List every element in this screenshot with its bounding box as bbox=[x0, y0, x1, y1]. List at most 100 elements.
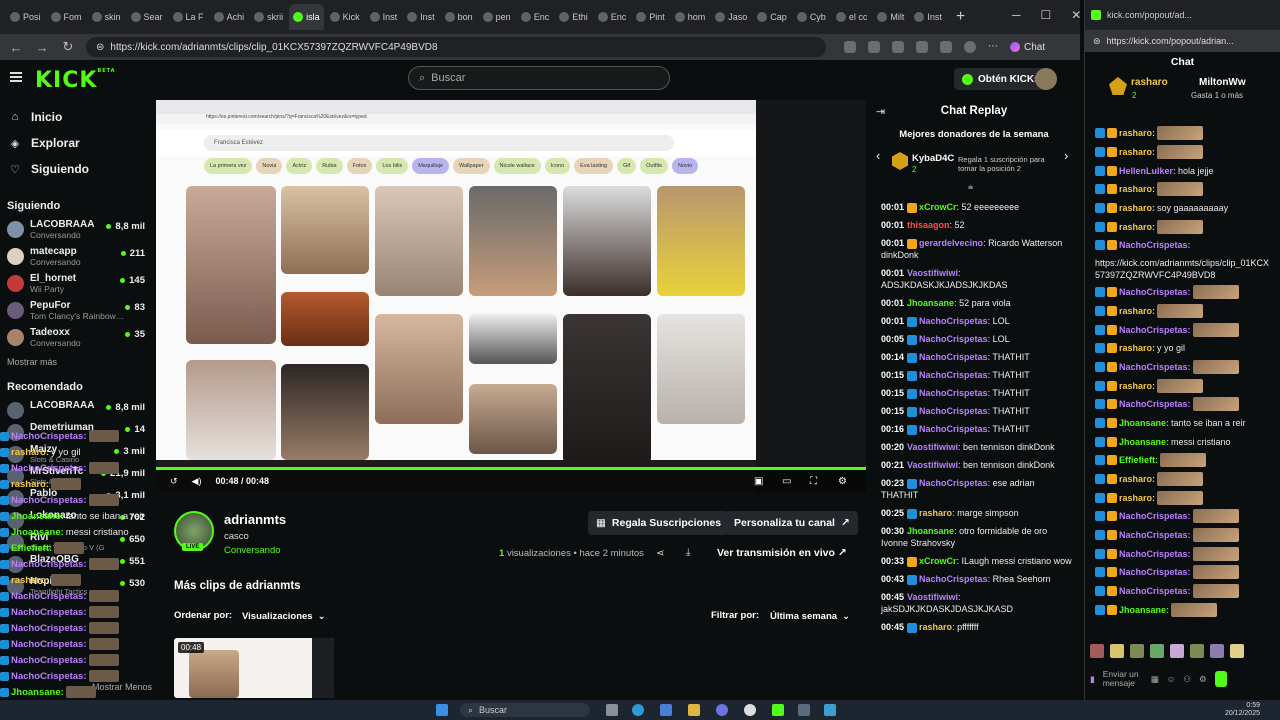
search-input[interactable]: ⌕ Buscar bbox=[408, 66, 670, 90]
streamer-name[interactable]: adrianmts bbox=[224, 512, 286, 527]
url-field[interactable]: ⊜ https://kick.com/adrianmts/clips/clip_… bbox=[86, 37, 826, 57]
stream-category[interactable]: Conversando bbox=[224, 545, 281, 556]
chat-username[interactable]: Effiefieft: bbox=[11, 543, 52, 554]
browser-tab[interactable]: skrii bbox=[250, 4, 287, 30]
extension-icon[interactable] bbox=[892, 41, 904, 53]
chat-username[interactable]: NachoCrispetas bbox=[919, 316, 988, 326]
kick-logo[interactable]: KICKBETA bbox=[35, 68, 116, 93]
settings-icon[interactable]: ⚙ bbox=[838, 476, 847, 487]
chat-username[interactable]: NachoCrispetas: bbox=[11, 623, 87, 634]
chat-username[interactable]: NachoCrispetas: bbox=[1119, 362, 1191, 372]
chevron-left-icon[interactable]: ‹ bbox=[876, 148, 880, 163]
discord-icon[interactable] bbox=[716, 704, 728, 716]
chat-username[interactable]: Jhoansane bbox=[907, 298, 954, 308]
chat-username[interactable]: rasharo: bbox=[1119, 474, 1155, 484]
emote-icon[interactable] bbox=[1110, 644, 1124, 658]
kick-app-icon[interactable] bbox=[772, 704, 784, 716]
chat-input[interactable]: ▮ Enviar un mensaje ▦ ☺ ⚇ ⚙ bbox=[1090, 666, 1275, 692]
steam-icon[interactable] bbox=[798, 704, 810, 716]
browser-tab[interactable]: el cc bbox=[832, 4, 872, 30]
chat-username[interactable]: rasharo: bbox=[1119, 147, 1155, 157]
chat-username[interactable]: NachoCrispetas bbox=[919, 478, 988, 488]
back-icon[interactable]: ← bbox=[8, 40, 24, 55]
emote-icon[interactable] bbox=[1150, 644, 1164, 658]
sidebar-channel[interactable]: matecapp Conversando 211 bbox=[0, 243, 154, 270]
chat-username[interactable]: rasharo: bbox=[11, 479, 49, 490]
get-kicks-button[interactable]: Obtén KICKs bbox=[954, 68, 1048, 90]
chevron-right-icon[interactable]: › bbox=[1064, 148, 1068, 163]
chat-username[interactable]: xCrowCr bbox=[919, 202, 957, 212]
browser-tab[interactable]: Enc bbox=[517, 4, 554, 30]
menu-dots-icon[interactable]: ⋯ bbox=[988, 41, 1000, 53]
browser-tab[interactable]: La F bbox=[169, 4, 208, 30]
chat-username[interactable]: NachoCrispetas: bbox=[1119, 399, 1191, 409]
chat-username[interactable]: Vaostifiwiwi bbox=[907, 592, 958, 602]
gift-icon[interactable]: ▦ bbox=[1151, 674, 1159, 685]
chat-username[interactable]: NachoCrispetas: bbox=[1119, 240, 1191, 250]
chat-username[interactable]: rasharo: bbox=[1119, 381, 1155, 391]
chat-username[interactable]: NachoCrispetas: bbox=[1119, 287, 1191, 297]
chat-username[interactable]: NachoCrispetas: bbox=[1119, 325, 1191, 335]
chat-username[interactable]: NachoCrispetas: bbox=[1119, 511, 1191, 521]
clip-thumbnail[interactable]: 00:48 bbox=[174, 638, 334, 698]
chat-username[interactable]: NachoCrispetas: bbox=[11, 655, 87, 666]
chat-username[interactable]: rasharo: bbox=[1119, 184, 1155, 194]
browser-tab[interactable]: Pint bbox=[632, 4, 669, 30]
extension-icon[interactable] bbox=[916, 41, 928, 53]
taskbar-clock[interactable]: 0:59 20/12/2025 bbox=[1225, 702, 1260, 718]
extension-icon[interactable] bbox=[868, 41, 880, 53]
sidebar-nav-inicio[interactable]: ⌂ Inicio bbox=[0, 104, 154, 130]
gift-subs-button[interactable]: ▦ Regala Suscripciones bbox=[588, 511, 730, 535]
fullscreen-icon[interactable]: ⛶ bbox=[810, 476, 817, 487]
browser-tab[interactable]: skin bbox=[88, 4, 125, 30]
chat-link[interactable]: https://kick.com/adrianmts/clips/clip_01… bbox=[1085, 255, 1280, 283]
chat-username[interactable]: NachoCrispetas bbox=[919, 370, 988, 380]
chat-username[interactable]: NachoCrispetas bbox=[919, 574, 988, 584]
browser-tab[interactable]: hom bbox=[671, 4, 710, 30]
chat-username[interactable]: NachoCrispetas bbox=[919, 406, 988, 416]
replay-icon[interactable]: ↺ bbox=[170, 476, 178, 487]
chat-username[interactable]: xCrowCr bbox=[919, 556, 957, 566]
browser-tab[interactable]: Milt bbox=[873, 4, 908, 30]
sidebar-channel[interactable]: Tadeoxx Conversando 35 bbox=[0, 324, 154, 351]
browser-tab[interactable]: Jaso bbox=[711, 4, 751, 30]
chat-username[interactable]: gerardelvecino bbox=[919, 238, 983, 248]
sort-dropdown[interactable]: Visualizaciones ⌄ bbox=[234, 605, 334, 627]
video-player[interactable]: https://es.pinterest.com/search/pins/?q=… bbox=[156, 100, 866, 492]
browser-tab[interactable]: bon bbox=[441, 4, 477, 30]
chat-username[interactable]: NachoCrispetas: bbox=[11, 671, 87, 682]
share-icon[interactable]: ⋖ bbox=[656, 548, 664, 559]
chat-username[interactable]: rasharo: bbox=[11, 447, 49, 458]
chat-username[interactable]: Jhoansane: bbox=[11, 687, 64, 698]
chat-username[interactable]: HellenLulker: bbox=[1119, 166, 1176, 176]
leader-name[interactable]: rasharo bbox=[1131, 77, 1168, 88]
browser-tab[interactable]: Posi bbox=[6, 4, 45, 30]
emote-icon[interactable] bbox=[1230, 644, 1244, 658]
gift-sub-promo[interactable]: Regala 1 suscripción para tomar la posic… bbox=[958, 155, 1058, 173]
site-info-icon[interactable]: ⊜ bbox=[96, 42, 104, 53]
chat-username[interactable]: NachoCrispetas bbox=[919, 334, 988, 344]
chat-username[interactable]: Jhoansane: bbox=[11, 527, 64, 538]
donor-name[interactable]: KybaD4C bbox=[912, 153, 954, 164]
user-avatar[interactable] bbox=[1035, 68, 1057, 90]
chat-username[interactable]: Jhoansane: bbox=[1119, 418, 1169, 428]
microphone-icon[interactable]: ▮ bbox=[1090, 674, 1095, 685]
sidebar-channel[interactable]: LACOBRAAA Conversando 8,8 mil bbox=[0, 216, 154, 243]
chat-username[interactable]: Vaostifiwiwi bbox=[907, 268, 958, 278]
show-more-link[interactable]: Mostrar más bbox=[0, 357, 154, 367]
app-icon[interactable] bbox=[824, 704, 836, 716]
chat-username[interactable]: NachoCrispetas: bbox=[11, 495, 87, 506]
browser-tab[interactable]: Kick bbox=[326, 4, 364, 30]
chat-username[interactable]: rasharo: bbox=[1119, 203, 1155, 213]
emote-icon[interactable] bbox=[1210, 644, 1224, 658]
sidebar-nav-explorar[interactable]: ◈ Explorar bbox=[0, 130, 154, 156]
chat-username[interactable]: rasharo: bbox=[11, 575, 49, 586]
browser-tab[interactable]: Cyb bbox=[793, 4, 830, 30]
browser-tab[interactable]: Inst bbox=[403, 4, 439, 30]
browser-tab[interactable]: Inst bbox=[910, 4, 946, 30]
chat-username[interactable]: NachoCrispetas: bbox=[1119, 530, 1191, 540]
emote-icon[interactable] bbox=[1170, 644, 1184, 658]
pip-icon[interactable]: ▣ bbox=[754, 476, 763, 487]
chat-username[interactable]: NachoCrispetas: bbox=[1119, 549, 1191, 559]
pin-toggle-icon[interactable]: ⩧ bbox=[968, 182, 973, 193]
